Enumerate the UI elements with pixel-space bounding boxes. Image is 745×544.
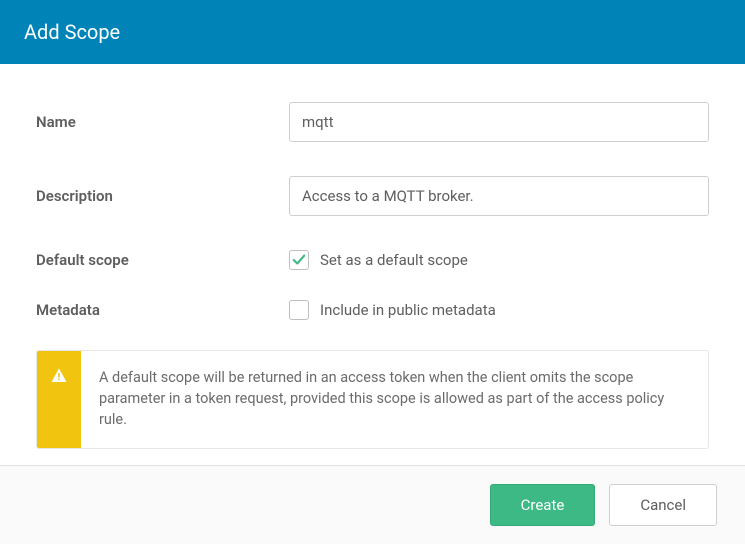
metadata-checkbox-wrap: Include in public metadata [289,300,496,320]
dialog-header: Add Scope [0,0,745,64]
form-row-name: Name [36,102,709,142]
form-row-metadata: Metadata Include in public metadata [36,300,709,320]
dialog-body: Name Description Default scope Set as a … [0,64,745,479]
create-button[interactable]: Create [490,484,596,526]
metadata-checkbox[interactable] [289,300,309,320]
add-scope-dialog: Add Scope Name Description Default scope… [0,0,745,544]
default-scope-checkbox-label: Set as a default scope [320,251,468,269]
check-icon [292,253,306,267]
dialog-footer: Create Cancel [0,465,745,544]
metadata-checkbox-label: Include in public metadata [320,301,496,319]
description-label: Description [36,187,289,205]
name-label: Name [36,113,289,131]
info-banner-text: A default scope will be returned in an a… [81,351,708,448]
info-banner: A default scope will be returned in an a… [36,350,709,449]
warning-icon [37,351,81,448]
form-row-description: Description [36,176,709,216]
default-scope-checkbox[interactable] [289,250,309,270]
default-scope-label: Default scope [36,251,289,269]
dialog-title: Add Scope [24,20,120,44]
description-input[interactable] [289,176,709,216]
name-input[interactable] [289,102,709,142]
form-row-default-scope: Default scope Set as a default scope [36,250,709,270]
metadata-label: Metadata [36,301,289,319]
default-scope-checkbox-wrap: Set as a default scope [289,250,468,270]
cancel-button[interactable]: Cancel [609,484,717,526]
